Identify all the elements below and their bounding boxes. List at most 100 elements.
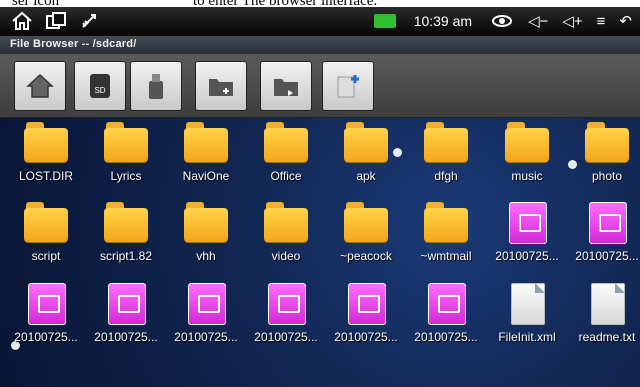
status-bar: 10:39 am ◁− ◁+ ≡ ↶ (0, 7, 640, 36)
file-name-label: script (31, 249, 61, 263)
usb-button[interactable] (130, 61, 182, 111)
image-file-item[interactable]: 20100725... (326, 281, 406, 359)
folder-item[interactable]: vhh (166, 200, 246, 278)
image-file-icon (424, 281, 468, 325)
folder-item[interactable]: video (246, 200, 326, 278)
folder-icon (24, 200, 68, 244)
folder-icon (344, 200, 388, 244)
home-button[interactable] (14, 61, 66, 111)
image-file-icon (344, 281, 388, 325)
image-file-item[interactable]: 20100725... (6, 281, 86, 359)
file-browser-app: ser icon to enter The browser interface.… (0, 0, 640, 387)
file-name-label: ~wmtmail (420, 249, 472, 263)
file-name-label: 20100725... (94, 330, 158, 344)
file-grid: LOST.DIR Lyrics NaviOne Office apk dfgh music p… (0, 118, 640, 387)
folder-item[interactable]: Lyrics (86, 120, 166, 198)
multitask-icon[interactable] (44, 10, 68, 32)
image-file-item[interactable]: 20100725... (406, 281, 486, 359)
usb-debug-icon (78, 10, 102, 32)
file-name-label: 20100725... (254, 330, 318, 344)
file-name-label: music (511, 169, 543, 183)
usb-drive-icon (149, 74, 163, 99)
image-file-icon (505, 200, 549, 244)
image-file-item[interactable]: 20100725... (246, 281, 326, 359)
document-file-item[interactable]: readme.txt (567, 281, 640, 359)
file-name-label: LOST.DIR (18, 169, 73, 183)
sd-card-button[interactable]: SD (74, 61, 126, 111)
file-name-label: Lyrics (110, 169, 142, 183)
folder-icon (264, 120, 308, 164)
new-folder-button[interactable] (195, 61, 247, 111)
file-name-label: 20100725... (174, 330, 238, 344)
folder-icon (184, 120, 228, 164)
house-icon (26, 73, 54, 98)
folder-icon (424, 120, 468, 164)
image-file-item[interactable]: 20100725... (567, 200, 640, 278)
folder-item[interactable]: Office (246, 120, 326, 198)
folder-item[interactable]: script (6, 200, 86, 278)
file-name-label: NaviOne (182, 169, 230, 183)
toolbar: SD (0, 55, 640, 118)
folder-icon (104, 200, 148, 244)
folder-item[interactable]: ~wmtmail (406, 200, 486, 278)
folder-item[interactable]: LOST.DIR (6, 120, 86, 198)
file-name-label: 20100725... (495, 249, 559, 263)
title-bar: File Browser -- /sdcard/ (0, 36, 640, 55)
file-name-label: video (271, 249, 301, 263)
folder-icon (24, 120, 68, 164)
back-icon[interactable]: ↶ (619, 12, 632, 30)
image-file-icon (24, 281, 68, 325)
folder-icon (424, 200, 468, 244)
file-name-label: vhh (196, 249, 216, 263)
file-name-label: ~peacock (340, 249, 392, 263)
folder-item[interactable]: dfgh (406, 120, 486, 198)
folder-item[interactable]: photo (567, 120, 640, 198)
folder-item[interactable]: music (487, 120, 567, 198)
document-file-icon (505, 281, 549, 325)
image-file-item[interactable]: 20100725... (166, 281, 246, 359)
folder-icon (104, 120, 148, 164)
folder-item[interactable]: NaviOne (166, 120, 246, 198)
folder-icon (344, 120, 388, 164)
open-folder-icon (274, 79, 298, 96)
file-name-label: 20100725... (14, 330, 78, 344)
sd-card-icon: SD (90, 74, 110, 98)
document-file-icon (585, 281, 629, 325)
home-icon[interactable] (10, 10, 34, 32)
eye-icon[interactable] (490, 10, 514, 32)
folder-icon (585, 120, 629, 164)
menu-icon[interactable]: ≡ (597, 13, 606, 30)
folder-icon (505, 120, 549, 164)
image-file-icon (264, 281, 308, 325)
file-name-label: 20100725... (414, 330, 478, 344)
status-clock: 10:39 am (413, 13, 473, 29)
folder-item[interactable]: apk (326, 120, 406, 198)
file-name-label: dfgh (434, 169, 458, 183)
image-file-item[interactable]: 20100725... (487, 200, 567, 278)
folder-icon (264, 200, 308, 244)
sd-card-text: SD (94, 86, 105, 95)
volume-up-icon[interactable]: ◁+ (562, 12, 582, 30)
file-name-label: Office (270, 169, 302, 183)
file-name-label: photo (591, 169, 623, 183)
new-folder-icon (209, 79, 233, 96)
open-folder-button[interactable] (260, 61, 312, 111)
volume-down-icon[interactable]: ◁− (528, 12, 548, 30)
image-file-item[interactable]: 20100725... (86, 281, 166, 359)
file-name-label: 20100725... (334, 330, 398, 344)
file-name-label: apk (356, 169, 376, 183)
folder-item[interactable]: ~peacock (326, 200, 406, 278)
file-name-label: FileInit.xml (498, 330, 556, 344)
image-file-icon (184, 281, 228, 325)
new-file-button[interactable] (322, 61, 374, 111)
file-name-label: readme.txt (578, 330, 636, 344)
document-caption: ser icon to enter The browser interface. (0, 0, 640, 9)
image-file-icon (585, 200, 629, 244)
folder-item[interactable]: script1.82 (86, 200, 166, 278)
file-name-label: 20100725... (575, 249, 639, 263)
file-name-label: script1.82 (99, 249, 153, 263)
battery-icon (373, 14, 396, 28)
path-title: File Browser -- /sdcard/ (10, 38, 137, 50)
document-file-item[interactable]: FileInit.xml (487, 281, 567, 359)
image-file-icon (104, 281, 148, 325)
